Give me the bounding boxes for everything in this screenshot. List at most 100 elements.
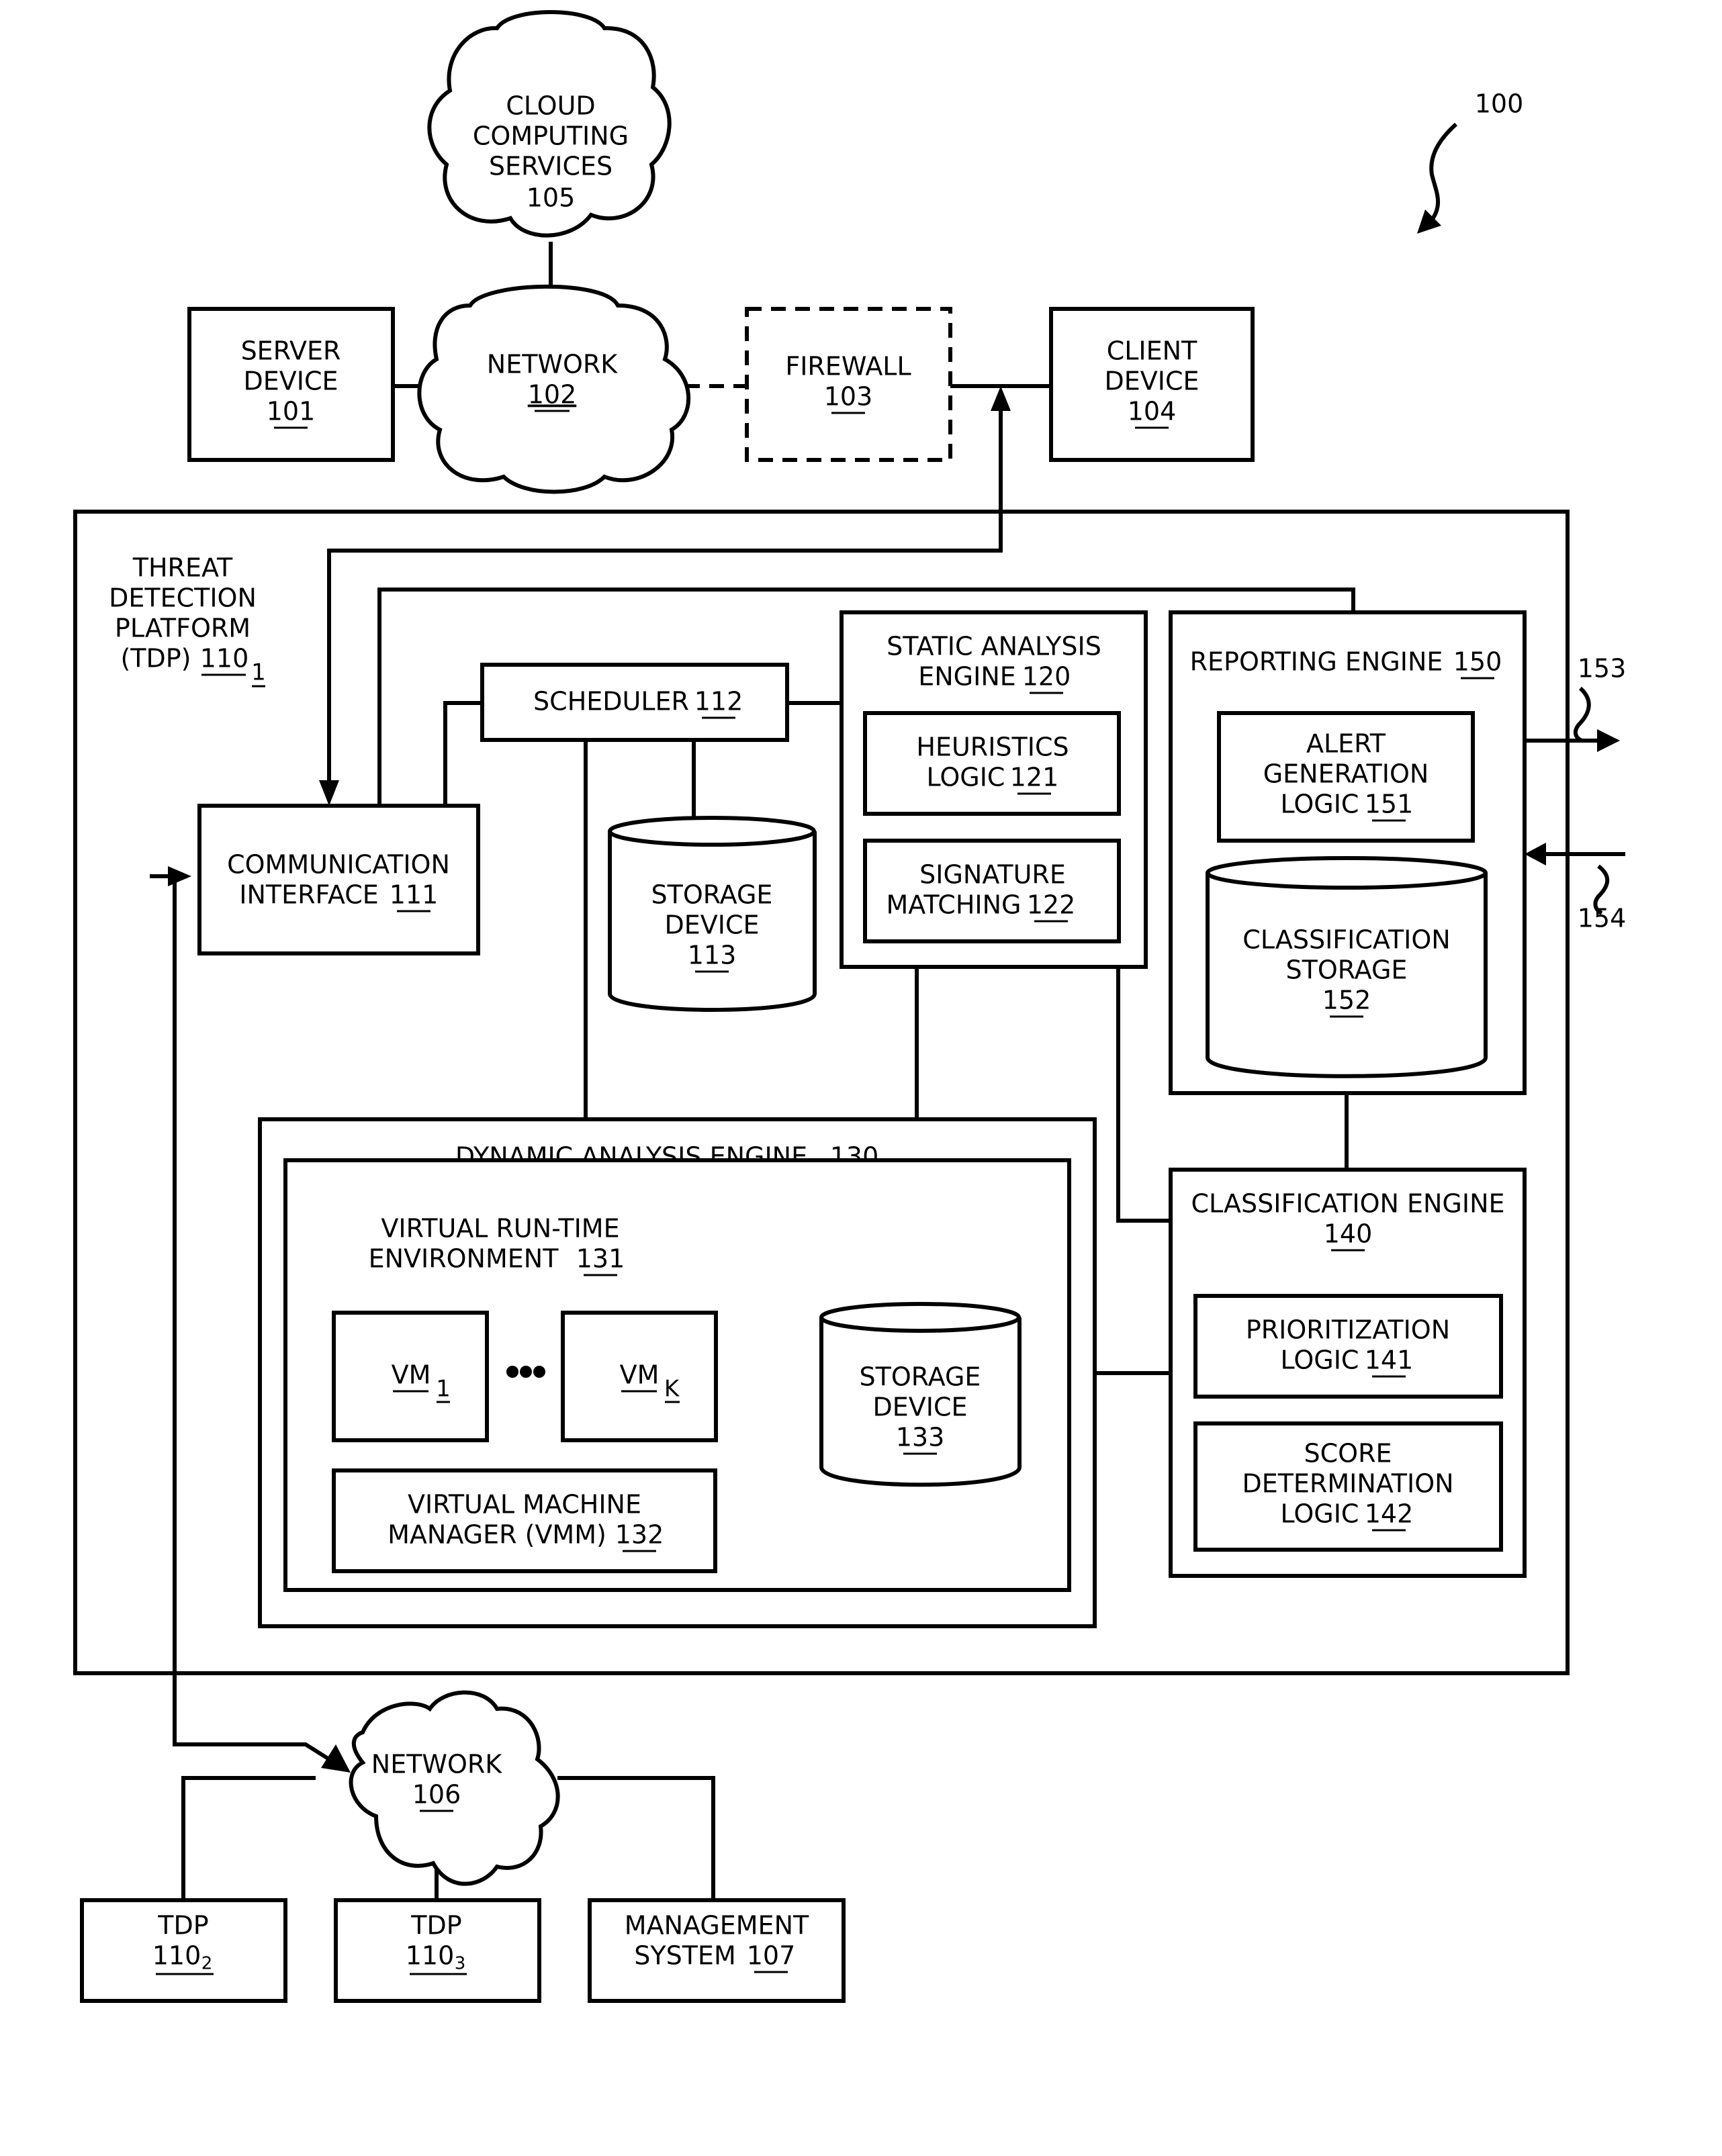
- scheduler-ref: 112: [694, 687, 743, 716]
- arrow-down-to-comm: [319, 780, 339, 806]
- cloud-label-line2: COMPUTING: [473, 122, 629, 151]
- arrow-out-153: [1597, 729, 1620, 752]
- alert-label-line1: ALERT: [1306, 729, 1386, 759]
- tdp-ref: 110: [200, 644, 249, 673]
- signal-154-label: 154: [1578, 904, 1627, 933]
- comm-label-line1: COMMUNICATION: [227, 850, 450, 880]
- vm1-subscript: 1: [436, 1376, 451, 1403]
- class-engine-label: CLASSIFICATION ENGINE: [1191, 1189, 1504, 1219]
- dot: [520, 1366, 532, 1378]
- tdp3-label: TDP: [410, 1911, 461, 1940]
- score-label-line3: LOGIC: [1281, 1499, 1359, 1529]
- runtime-ref: 131: [576, 1244, 625, 1274]
- heuristics-label-line1: HEURISTICS: [916, 733, 1069, 762]
- cylinder-top: [608, 816, 816, 847]
- storage113-ref: 113: [688, 941, 737, 970]
- figure-number: 100: [1475, 89, 1524, 119]
- dot: [506, 1366, 518, 1378]
- client-label-line1: CLIENT: [1107, 336, 1197, 366]
- client-device-104: CLIENT DEVICE 104: [1049, 307, 1255, 462]
- vmm-ref: 132: [615, 1520, 664, 1550]
- runtime-label-line1: VIRTUAL RUN-TIME: [381, 1214, 619, 1244]
- runtime-label-line2: ENVIRONMENT: [369, 1244, 559, 1274]
- storage133-label-line1: STORAGE: [860, 1362, 981, 1392]
- block-diagram: CLOUD COMPUTING SERVICES 105 NETWORK 102…: [73, 10, 1627, 2003]
- server-label-line2: DEVICE: [243, 367, 338, 396]
- alert-label-line2: GENERATION: [1263, 759, 1429, 789]
- virtual-machine-manager-132: VIRTUAL MACHINE MANAGER (VMM) 132: [332, 1468, 717, 1573]
- tdp-label-line4: (TDP): [120, 644, 191, 673]
- tdp3-ref: 110: [406, 1941, 455, 1971]
- storage133-ref: 133: [896, 1423, 945, 1452]
- class-storage-label-line2: STORAGE: [1286, 955, 1408, 985]
- vmk-subscript: K: [664, 1376, 680, 1403]
- vmk-label: VM: [620, 1360, 660, 1390]
- tdp-110-2: TDP 110 2: [80, 1898, 287, 2003]
- storage133-label-line2: DEVICE: [872, 1393, 967, 1422]
- scheduler-label: SCHEDULER: [533, 687, 689, 716]
- score-ref: 142: [1365, 1499, 1414, 1529]
- link-comm-scheduler: [443, 701, 482, 806]
- firewall-103: FIREWALL 103: [745, 307, 952, 462]
- tdp2-label: TDP: [157, 1911, 208, 1940]
- signal-labels: 153 154: [1573, 654, 1627, 933]
- tdp2-subscript: 2: [201, 1954, 213, 1974]
- static-label-line2: ENGINE: [918, 662, 1016, 692]
- vm-k: VM K: [561, 1311, 718, 1442]
- alert-generation-logic-151: ALERT GENERATION LOGIC 151: [1217, 711, 1475, 843]
- arrow-in-154: [1525, 843, 1546, 865]
- arrow-up-to-client: [991, 386, 1011, 411]
- storage-device-113: STORAGE DEVICE 113: [608, 816, 817, 1012]
- tdp-subscript: 1: [251, 659, 266, 686]
- vm-1: VM 1: [332, 1311, 489, 1442]
- mgmt-label-line2: SYSTEM: [634, 1941, 735, 1971]
- storage-device-133: STORAGE DEVICE 133: [819, 1302, 1022, 1487]
- signature-label-line2: MATCHING: [886, 890, 1021, 920]
- reporting-ref: 150: [1453, 647, 1502, 677]
- score-determination-logic-142: SCORE DETERMINATION LOGIC 142: [1193, 1421, 1503, 1552]
- cloud-ref: 105: [527, 183, 576, 213]
- scheduler-112: SCHEDULER 112: [480, 663, 789, 742]
- signal-153-squiggle: [1573, 686, 1591, 743]
- firewall-ref: 103: [824, 382, 873, 412]
- storage113-label-line2: DEVICE: [664, 910, 759, 940]
- tdp3-subscript: 3: [455, 1954, 466, 1974]
- firewall-label: FIREWALL: [785, 352, 911, 381]
- cylinder-top: [1206, 856, 1488, 890]
- signature-label-line1: SIGNATURE: [919, 860, 1066, 890]
- link-network106-tdp2: [181, 1776, 316, 1900]
- network-106: NETWORK 106: [349, 1690, 560, 1886]
- server-label-line1: SERVER: [241, 336, 341, 366]
- signature-ref: 122: [1027, 890, 1076, 920]
- dot: [533, 1366, 545, 1378]
- tdp-label-line1: THREAT: [132, 553, 233, 583]
- client-label-line2: DEVICE: [1104, 367, 1199, 396]
- prioritization-label-line2: LOGIC: [1281, 1346, 1359, 1375]
- cylinder-top: [819, 1302, 1021, 1333]
- network-102: NETWORK 102: [417, 284, 691, 494]
- server-device-101: SERVER DEVICE 101: [187, 307, 395, 462]
- communication-interface-111: COMMUNICATION INTERFACE 111: [197, 804, 480, 955]
- storage113-label-line1: STORAGE: [651, 880, 773, 910]
- reference-squiggle: [1429, 122, 1457, 223]
- classification-storage-152: CLASSIFICATION STORAGE 152: [1206, 856, 1488, 1078]
- heuristics-logic-121: HEURISTICS LOGIC 121: [863, 711, 1121, 816]
- prioritization-label-line1: PRIORITIZATION: [1246, 1315, 1450, 1345]
- alert-label-line3: LOGIC: [1281, 790, 1359, 819]
- class-storage-ref: 152: [1322, 986, 1371, 1015]
- signature-matching-122: SIGNATURE MATCHING 122: [863, 839, 1121, 943]
- link-static-classification: [1116, 967, 1171, 1223]
- server-ref: 101: [267, 397, 316, 426]
- vmm-label-line1: VIRTUAL MACHINE: [408, 1490, 641, 1519]
- tdp-110-3: TDP 110 3: [334, 1898, 541, 2003]
- heuristics-ref: 121: [1010, 763, 1059, 792]
- heuristics-label-line2: LOGIC: [927, 763, 1005, 792]
- signal-153-label: 153: [1578, 654, 1627, 684]
- comm-ref: 111: [390, 880, 439, 910]
- network102-ref: 102: [528, 380, 577, 410]
- static-label-line1: STATIC ANALYSIS: [887, 632, 1101, 661]
- reporting-label: REPORTING ENGINE: [1190, 647, 1443, 677]
- score-label-line2: DETERMINATION: [1242, 1469, 1453, 1499]
- tdp-label-line2: DETECTION: [109, 583, 257, 613]
- network106-ref: 106: [412, 1780, 461, 1810]
